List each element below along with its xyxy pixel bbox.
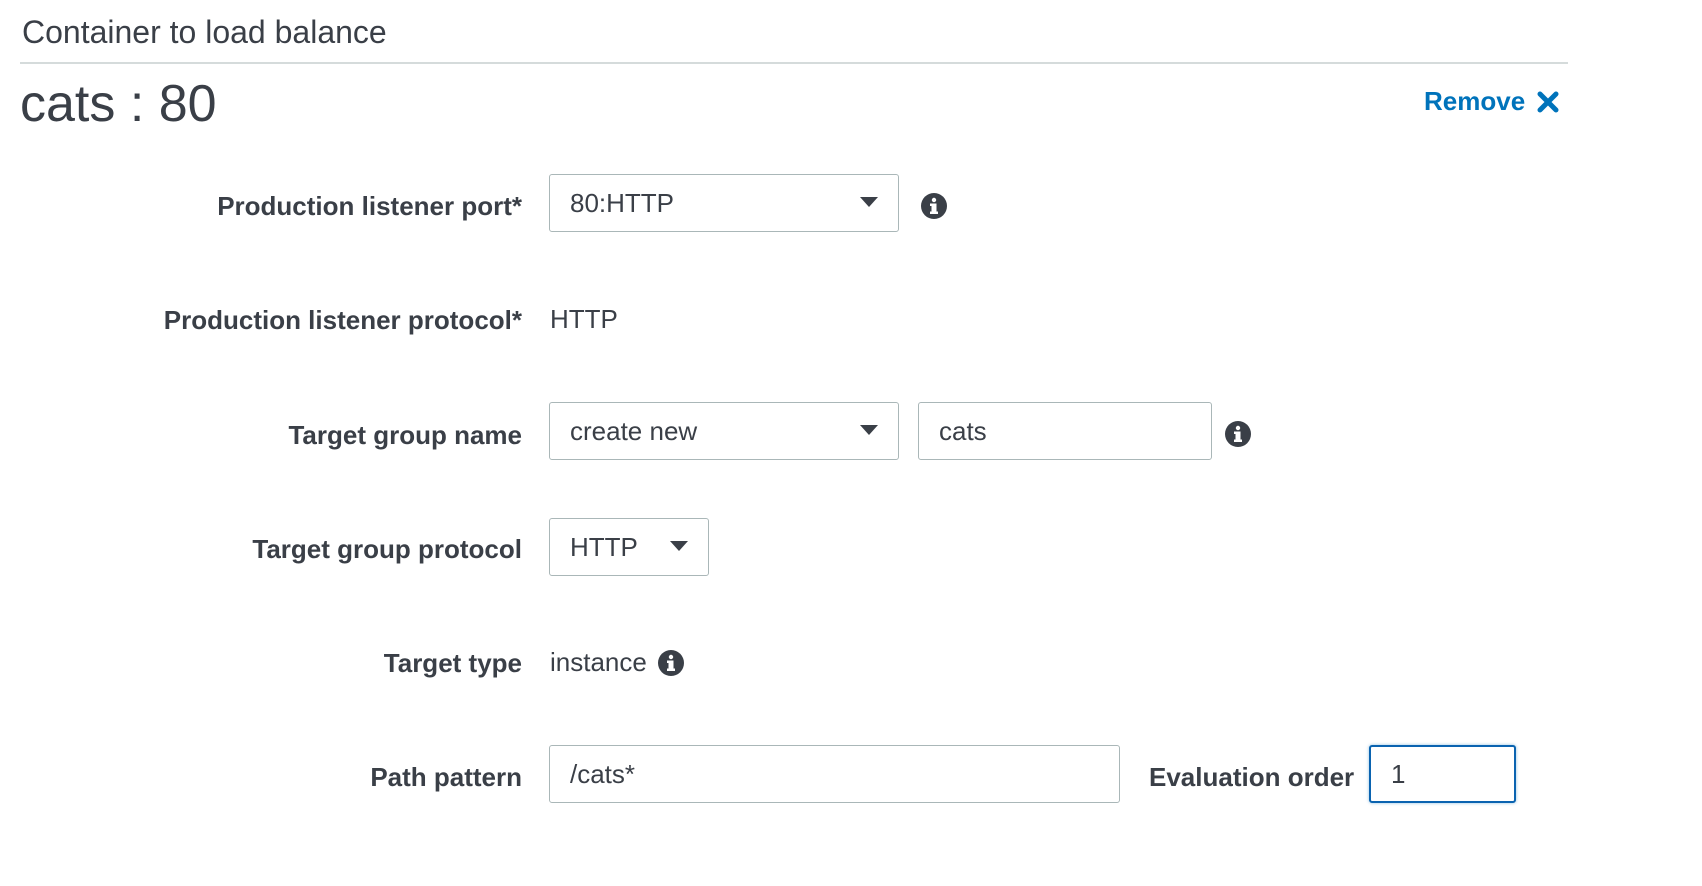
target-group-name-select-value: create new (570, 415, 698, 446)
production-listener-protocol-label: Production listener protocol* (163, 305, 522, 335)
remove-button[interactable]: Remove (1424, 86, 1559, 117)
target-group-name-input[interactable]: cats (918, 402, 1212, 460)
remove-label: Remove (1424, 86, 1526, 116)
evaluation-order-label: Evaluation order (1149, 762, 1355, 792)
caret-down-icon (860, 425, 878, 435)
path-pattern-input[interactable]: /cats* (549, 745, 1120, 803)
production-listener-protocol-value: HTTP (550, 304, 618, 334)
target-group-protocol-label: Target group protocol (252, 534, 522, 564)
target-type-value: instance (550, 647, 647, 677)
path-pattern-value: /cats* (570, 758, 636, 789)
evaluation-order-value: 1 (1391, 758, 1406, 789)
caret-down-icon (670, 541, 688, 551)
section-title: Container to load balance (22, 14, 387, 50)
target-group-name-select[interactable]: create new (549, 402, 899, 460)
target-group-name-label: Target group name (288, 420, 522, 450)
production-listener-port-value: 80:HTTP (570, 187, 675, 218)
info-circle-icon[interactable] (1225, 421, 1251, 447)
evaluation-order-input[interactable]: 1 (1369, 745, 1516, 803)
info-circle-icon[interactable] (658, 650, 684, 676)
caret-down-icon (860, 197, 878, 207)
close-x-icon (1537, 91, 1559, 112)
production-listener-port-select[interactable]: 80:HTTP (549, 174, 899, 232)
target-group-name-input-value: cats (939, 415, 987, 446)
production-listener-port-label: Production listener port* (217, 191, 522, 221)
section-divider (20, 62, 1568, 64)
info-circle-icon[interactable] (921, 193, 947, 219)
page-title: cats : 80 (20, 75, 217, 133)
target-group-protocol-select[interactable]: HTTP (549, 518, 709, 576)
target-group-protocol-value: HTTP (570, 531, 638, 562)
path-pattern-label: Path pattern (370, 762, 522, 792)
target-type-label: Target type (383, 648, 522, 678)
